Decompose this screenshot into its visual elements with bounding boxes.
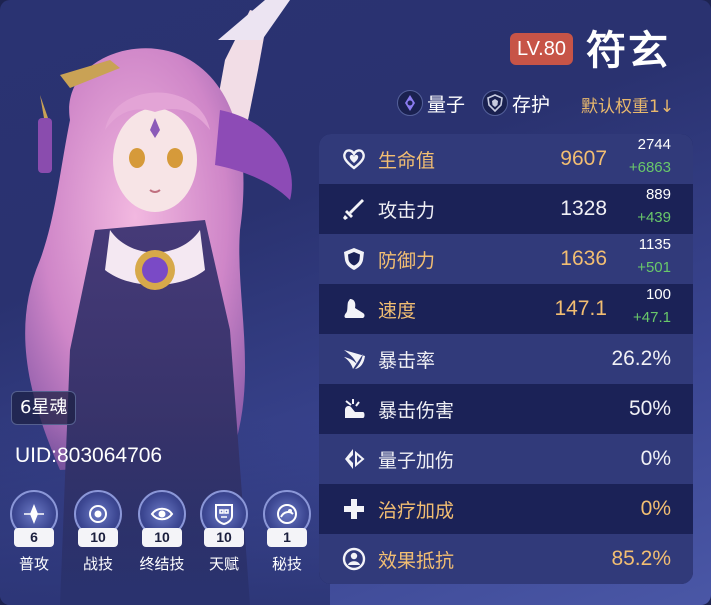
- character-card: LV.80 符玄 量子 存护 默认权重1↓ 生命值 9607 2744 +6863 攻击…: [0, 0, 711, 605]
- boot-icon: [341, 296, 367, 322]
- preservation-path-icon: [482, 90, 508, 116]
- eidolon-badge: 6星魂: [11, 391, 77, 425]
- path-tag: 存护: [482, 88, 550, 118]
- uid-label: UID:803064706: [15, 444, 163, 467]
- shield-icon: [341, 246, 367, 272]
- stat-base-value: 2744: [637, 136, 671, 153]
- stat-name: 暴击率: [378, 350, 436, 372]
- stat-name: 防御力: [378, 250, 436, 272]
- crit-damage-icon: [341, 396, 367, 422]
- stat-value: 85.2%: [611, 547, 671, 570]
- stats-panel: 生命值 9607 2744 +6863 攻击力 1328 889 +439 防御力 1636 113…: [319, 134, 693, 584]
- skill-level: 10: [204, 528, 244, 547]
- skill-level: 1: [267, 528, 307, 547]
- stat-name: 效果抵抗: [378, 550, 455, 572]
- skill-item[interactable]: 1 秘技: [261, 490, 313, 580]
- quantum-damage-icon: [341, 446, 367, 472]
- element-tag: 量子: [397, 88, 465, 118]
- sword-icon: [341, 196, 367, 222]
- stat-value: 50%: [628, 397, 671, 420]
- stat-name: 暴击伤害: [378, 400, 455, 422]
- stat-base-value: 889: [645, 186, 671, 203]
- quantum-element-icon: [397, 90, 423, 116]
- stat-bonus-value: +47.1: [633, 309, 671, 326]
- stat-bonus-value: +439: [637, 209, 671, 226]
- stat-name: 生命值: [378, 150, 436, 172]
- stat-row: 生命值 9607 2744 +6863: [319, 134, 693, 184]
- stat-row: 效果抵抗 85.2%: [319, 534, 693, 584]
- skill-item[interactable]: 10 战技: [72, 490, 124, 580]
- skill-name: 天赋: [208, 555, 239, 573]
- stat-bonus-value: +501: [637, 259, 671, 276]
- stat-name: 治疗加成: [378, 500, 455, 522]
- stat-row: 治疗加成 0%: [319, 484, 693, 534]
- stat-base-value: 1135: [638, 236, 671, 253]
- stat-value: 0%: [640, 447, 671, 470]
- stat-name: 攻击力: [378, 200, 436, 222]
- stat-base-value: 100: [645, 286, 671, 303]
- skill-name: 秘技: [271, 555, 302, 573]
- stat-row: 速度 147.1 100 +47.1: [319, 284, 693, 334]
- stat-value: 1328: [560, 197, 607, 220]
- stat-value: 0%: [640, 497, 671, 520]
- heart-icon: [341, 146, 367, 172]
- stat-value: 147.1: [554, 297, 607, 320]
- skill-item[interactable]: 10 天赋: [198, 490, 250, 580]
- skill-name: 战技: [82, 555, 113, 573]
- healing-cross-icon: [341, 496, 367, 522]
- skill-name: 普攻: [18, 555, 49, 573]
- stat-value: 9607: [560, 147, 607, 170]
- stat-value: 26.2%: [611, 347, 671, 370]
- stat-row: 暴击伤害 50%: [319, 384, 693, 434]
- stat-row: 攻击力 1328 889 +439: [319, 184, 693, 234]
- stat-value: 1636: [560, 247, 607, 270]
- stat-bonus-value: +6863: [628, 159, 671, 176]
- stat-name: 速度: [378, 300, 417, 322]
- character-name: 符玄: [586, 28, 670, 74]
- skill-level: 10: [142, 528, 182, 547]
- effect-res-icon: [341, 546, 367, 572]
- skill-name: 终结技: [139, 555, 185, 573]
- element-label: 量子: [427, 93, 466, 116]
- path-label: 存护: [512, 93, 551, 116]
- skill-item[interactable]: 6 普攻: [8, 490, 60, 580]
- weight-selector[interactable]: 默认权重1↓: [581, 92, 674, 117]
- stat-row: 防御力 1636 1135 +501: [319, 234, 693, 284]
- skill-level: 6: [14, 528, 54, 547]
- stat-row: 量子加伤 0%: [319, 434, 693, 484]
- skill-level: 10: [78, 528, 118, 547]
- level-badge: LV.80: [510, 33, 573, 65]
- crit-rate-icon: [341, 346, 367, 372]
- stat-row: 暴击率 26.2%: [319, 334, 693, 384]
- stat-name: 量子加伤: [378, 450, 455, 472]
- skill-item[interactable]: 10 终结技: [136, 490, 188, 580]
